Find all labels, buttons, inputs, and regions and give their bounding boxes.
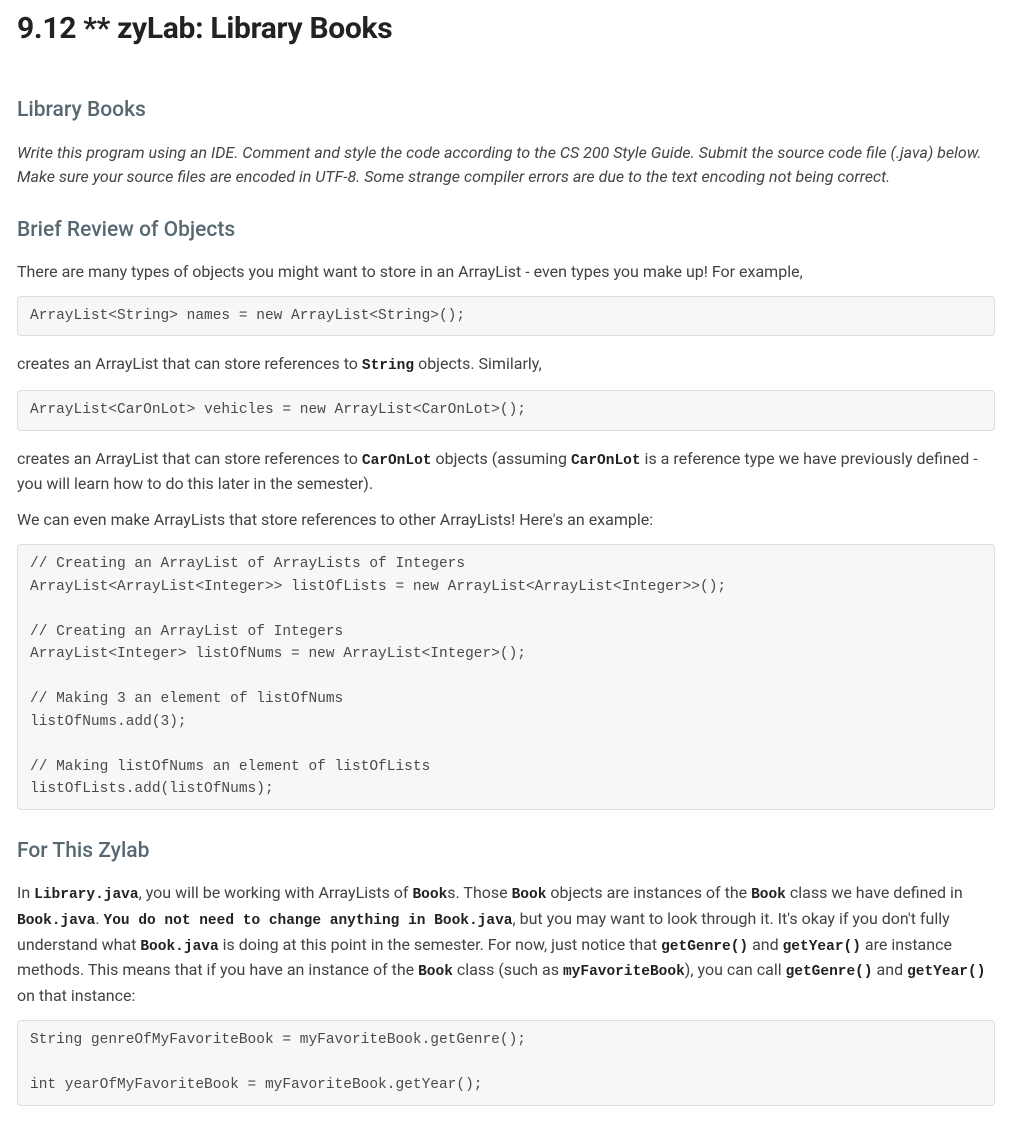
code-block-instance-methods: String genreOfMyFavoriteBook = myFavorit… — [17, 1020, 995, 1105]
text: objects are instances of the — [546, 883, 751, 902]
section-heading-library-books: Library Books — [17, 95, 995, 127]
code-block-arraylist-string: ArrayList<String> names = new ArrayList<… — [17, 296, 995, 336]
text: and — [748, 935, 783, 954]
section-heading-brief-review: Brief Review of Objects — [17, 215, 995, 247]
code-inline-book-java-2: Book.java — [140, 939, 218, 955]
para-nested-arraylists: We can even make ArrayLists that store r… — [17, 508, 995, 532]
text: on that instance: — [17, 986, 135, 1005]
code-inline-getgenre-1: getGenre() — [661, 939, 748, 955]
text: objects. Similarly, — [414, 354, 542, 373]
para-types-of-objects: There are many types of objects you migh… — [17, 260, 995, 284]
code-inline-caronlot-1: CarOnLot — [362, 453, 432, 469]
para-string-objects: creates an ArrayList that can store refe… — [17, 352, 995, 378]
code-inline-myfavoritebook: myFavoriteBook — [563, 964, 685, 980]
text: is doing at this point in the semester. … — [219, 935, 661, 954]
code-inline-string: String — [362, 358, 414, 374]
text: creates an ArrayList that can store refe… — [17, 354, 362, 373]
text: class we have defined in — [786, 883, 963, 902]
text: objects (assuming — [432, 449, 571, 468]
text: and — [873, 960, 908, 979]
section-heading-for-this-zylab: For This Zylab — [17, 836, 995, 868]
para-zylab-body: In Library.java, you will be working wit… — [17, 881, 995, 1008]
code-inline-getyear-1: getYear() — [783, 939, 861, 955]
code-inline-getyear-2: getYear() — [907, 964, 985, 980]
code-inline-library-java: Library.java — [34, 887, 138, 903]
text: creates an ArrayList that can store refe… — [17, 449, 362, 468]
code-block-arraylist-caronlot: ArrayList<CarOnLot> vehicles = new Array… — [17, 390, 995, 430]
code-inline-caronlot-2: CarOnLot — [571, 453, 641, 469]
code-inline-getgenre-2: getGenre() — [786, 964, 873, 980]
intro-paragraph: Write this program using an IDE. Comment… — [17, 141, 995, 189]
code-inline-book-3: Book — [751, 887, 786, 903]
text: s. Those — [447, 883, 511, 902]
code-inline-book-java-1: Book.java — [17, 913, 95, 929]
text: , you will be working with ArrayLists of — [139, 883, 413, 902]
page-title: 9.12 ** zyLab: Library Books — [17, 6, 995, 51]
code-inline-book-2: Book — [512, 887, 547, 903]
code-inline-book-4: Book — [418, 964, 453, 980]
bold-dont-change: You do not need to change anything in Bo… — [104, 913, 513, 929]
text: ), you can call — [685, 960, 786, 979]
text: class (such as — [453, 960, 563, 979]
para-caronlot: creates an ArrayList that can store refe… — [17, 447, 995, 497]
code-inline-book-1: Book — [412, 887, 447, 903]
text: . — [95, 909, 103, 928]
code-block-nested-arraylists: // Creating an ArrayList of ArrayLists o… — [17, 544, 995, 809]
text: In — [17, 883, 34, 902]
